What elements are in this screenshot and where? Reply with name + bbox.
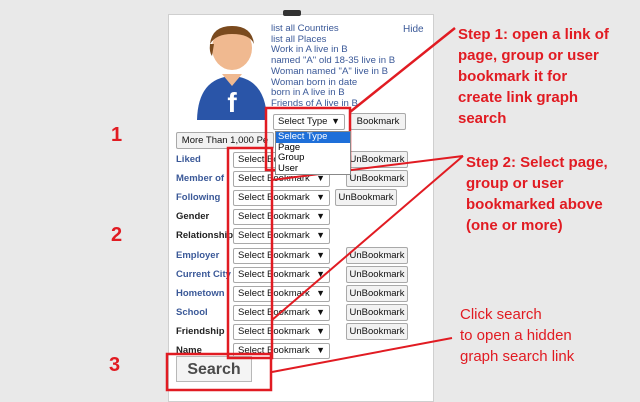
bookmark-select-value: Select Bookmark [238,288,310,299]
chevron-down-icon: ▼ [316,192,325,202]
bookmark-select-value: Select Bookmark [238,269,310,280]
chevron-down-icon: ▼ [316,230,325,240]
type-option-select[interactable]: Select Type [276,131,350,143]
bookmark-select[interactable]: Select Bookmark ▼ [233,305,330,321]
unbookmark-button[interactable]: UnBookmark [335,189,397,206]
bookmark-button[interactable]: Bookmark [350,113,406,130]
step-number-3: 3 [109,354,121,376]
search-button[interactable]: Search [176,356,252,382]
query-links: list all Countries list all Places Work … [271,23,395,110]
chevron-down-icon: ▼ [316,288,325,298]
filter-label: Following [176,192,221,203]
unbookmark-button[interactable]: UnBookmark [346,285,408,302]
filter-label: Relationship [176,230,234,241]
type-select-value: Select Type [278,116,328,127]
filter-label: Gender [176,211,210,222]
unbookmark-button[interactable]: UnBookmark [346,323,408,340]
step2-line: Step 2: Select page, [466,154,608,171]
type-select[interactable]: Select Type ▼ [273,114,345,130]
bookmark-select[interactable]: Select Bookmark ▼ [233,286,330,302]
facebook-avatar-icon: f [197,26,267,120]
filter-label: Liked [176,154,201,165]
bookmark-select[interactable]: Select Bookmark ▼ [233,267,330,283]
unbookmark-button[interactable]: UnBookmark [346,151,408,168]
filter-label: Member of [176,173,225,184]
step1-line: bookmark it for [458,68,568,85]
unbookmark-button[interactable]: UnBookmark [346,304,408,321]
step2-line: bookmarked above [466,196,603,213]
scrollbar-thumb[interactable] [283,10,301,16]
chevron-down-icon: ▼ [316,326,325,336]
step2-line: (one or more) [466,217,563,234]
filter-label: Friendship [176,326,225,337]
step2-note: Step 2: Select page, group or user bookm… [466,152,608,236]
unbookmark-button[interactable]: UnBookmark [346,170,408,187]
bookmark-select[interactable]: Select Bookmark ▼ [233,209,330,225]
step1-line: create link graph [458,89,579,106]
step1-line: page, group or user [458,47,599,64]
unbookmark-button[interactable]: UnBookmark [346,247,408,264]
bookmark-select[interactable]: Select Bookmark ▼ [233,324,330,340]
filter-label: School [176,307,208,318]
bookmark-select-value: Select Bookmark [238,345,310,356]
step1-note: Step 1: open a link of page, group or us… [458,24,609,129]
bookmark-select-value: Select Bookmark [238,192,310,203]
step1-line: Step 1: open a link of [458,26,609,43]
type-option-group[interactable]: Group [276,152,350,164]
step3-line: Click search [460,306,542,323]
type-dropdown: Select Type Page Group User [275,131,351,175]
bookmark-select[interactable]: Select Bookmark ▼ [233,228,330,244]
chevron-down-icon: ▼ [316,269,325,279]
filter-label: Current City [176,269,231,280]
step3-note: Click search to open a hidden graph sear… [460,304,574,367]
step1-line: search [458,110,507,127]
bookmark-select[interactable]: Select Bookmark ▼ [233,190,330,206]
filter-label: Name [176,345,202,356]
chevron-down-icon: ▼ [316,345,325,355]
filter-label: Hometown [176,288,225,299]
bookmark-select-value: Select Bookmark [238,211,310,222]
bookmark-select[interactable]: Select Bookmark ▼ [233,248,330,264]
chevron-down-icon: ▼ [331,116,340,126]
type-option-user[interactable]: User [276,163,350,175]
unbookmark-button[interactable]: UnBookmark [346,266,408,283]
step-number-1: 1 [111,124,123,146]
bookmark-select-value: Select Bookmark [238,326,310,337]
svg-text:f: f [227,87,237,118]
bookmark-select-value: Select Bookmark [238,307,310,318]
bookmark-select-value: Select Bookmark [238,230,310,241]
link-friends-live[interactable]: Friends of A live in B [271,98,395,110]
step3-line: graph search link [460,348,575,365]
link-woman-named-live[interactable]: Woman named "A" live in B [271,66,395,78]
chevron-down-icon: ▼ [316,211,325,221]
hide-link[interactable]: Hide [403,24,424,35]
more-than-button[interactable]: More Than 1,000 Pe [176,132,274,149]
step2-line: group or user [466,175,564,192]
bookmark-select-value: Select Bookmark [238,250,310,261]
filter-label: Employer [176,250,220,261]
chevron-down-icon: ▼ [316,250,325,260]
step3-line: to open a hidden [460,327,572,344]
step-number-2: 2 [111,224,123,246]
chevron-down-icon: ▼ [316,307,325,317]
